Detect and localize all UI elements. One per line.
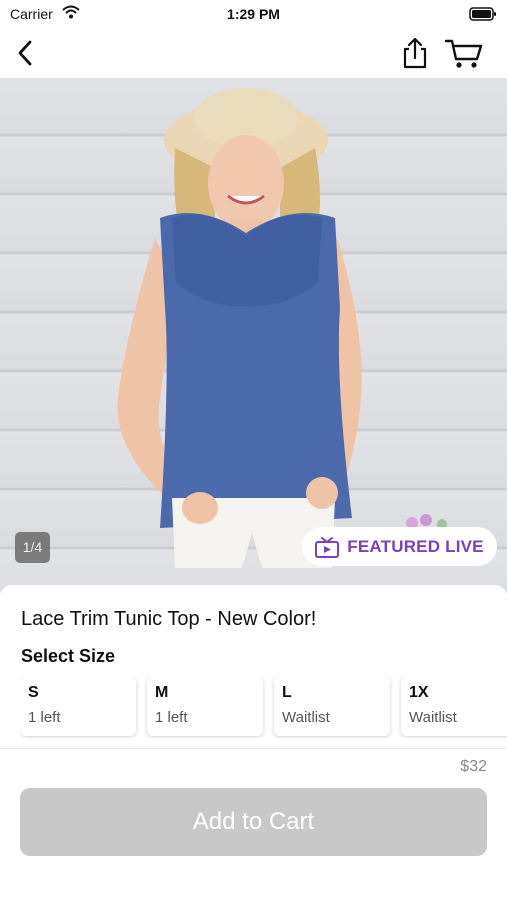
size-option-m[interactable]: M 1 left: [147, 676, 263, 736]
battery-icon: [469, 7, 496, 21]
size-options: S 1 left M 1 left L Waitlist 1X Waitlist: [20, 676, 507, 738]
size-name: 1X: [409, 684, 429, 701]
size-option-1x[interactable]: 1X Waitlist: [401, 676, 507, 736]
select-size-heading: Select Size: [21, 646, 116, 666]
back-chevron-icon[interactable]: [12, 38, 40, 68]
featured-live-label: FEATURED LIVE: [347, 536, 484, 556]
clock: 1:29 PM: [227, 6, 280, 22]
size-availability: Waitlist: [409, 709, 457, 726]
product-image[interactable]: [0, 78, 507, 593]
size-availability: 1 left: [28, 709, 61, 726]
product-photo: [117, 88, 447, 568]
size-option-l[interactable]: L Waitlist: [274, 676, 390, 736]
share-icon[interactable]: [400, 36, 430, 70]
add-to-cart-button[interactable]: Add to Cart: [20, 788, 487, 856]
featured-live-badge[interactable]: FEATURED LIVE: [302, 527, 497, 566]
product-price: $32: [460, 758, 487, 775]
size-name: L: [282, 684, 292, 701]
cart-icon[interactable]: [444, 36, 484, 70]
nav-bar: [0, 28, 507, 78]
size-availability: Waitlist: [282, 709, 330, 726]
product-title: Lace Trim Tunic Top - New Color!: [21, 608, 317, 630]
size-name: S: [28, 684, 39, 701]
divider: [0, 748, 507, 749]
tv-icon: [315, 536, 340, 558]
size-availability: 1 left: [155, 709, 188, 726]
status-bar: Carrier 1:29 PM: [0, 0, 507, 28]
size-name: M: [155, 684, 169, 701]
image-page-indicator: 1/4: [15, 532, 50, 563]
size-option-s[interactable]: S 1 left: [20, 676, 136, 736]
